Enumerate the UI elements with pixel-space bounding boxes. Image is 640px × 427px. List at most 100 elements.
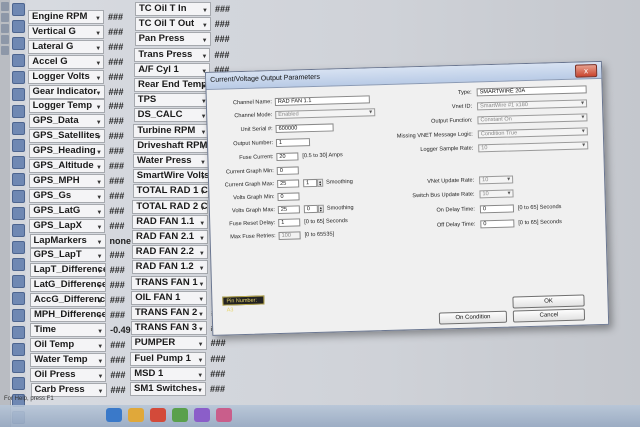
channel-cell[interactable]: RAD FAN 1.2 ▼ xyxy=(131,260,208,275)
vnet-update-rate-select[interactable]: 10 ▼ xyxy=(479,175,514,185)
channel-cell[interactable]: GPS_Gs ▼ xyxy=(29,188,106,203)
channel-cell[interactable]: GPS_Altitude ▼ xyxy=(29,159,105,173)
app-icon[interactable] xyxy=(194,408,210,422)
channel-cell[interactable]: OIL FAN 1 ▼ xyxy=(131,290,208,305)
current-smoothing-input[interactable]: 1 xyxy=(303,178,318,188)
channel-cell[interactable]: Oil Temp ▼ xyxy=(30,337,107,352)
channel-cell[interactable]: GPS_LatG ▼ xyxy=(29,203,106,218)
channel-cell[interactable]: TC Oil T Out ▼ xyxy=(134,17,211,32)
chevron-down-icon[interactable]: ▼ xyxy=(97,237,103,247)
chevron-down-icon[interactable]: ▼ xyxy=(97,341,103,351)
chevron-down-icon[interactable]: ▼ xyxy=(96,102,102,112)
chevron-down-icon[interactable]: ▼ xyxy=(96,162,102,172)
toolbar-button-icon[interactable] xyxy=(1,24,9,33)
channel-cell[interactable]: Water Press ▼ xyxy=(133,154,209,168)
channel-cell[interactable]: GPS_Data ▼ xyxy=(28,114,105,129)
fuse-reset-delay-input[interactable]: 1 xyxy=(278,218,301,228)
channel-cell[interactable]: Water Temp ▼ xyxy=(30,352,107,367)
channel-cell[interactable]: SM1 Switches ▼ xyxy=(130,382,206,396)
toolbar-button-icon[interactable] xyxy=(1,2,9,11)
output-number-input[interactable]: 1 xyxy=(275,138,311,148)
chevron-down-icon[interactable]: ▼ xyxy=(96,177,102,187)
channel-cell[interactable]: AccG_Difference ▼ xyxy=(29,293,106,308)
channel-cell[interactable]: MSD 1 ▼ xyxy=(130,366,207,381)
unit-serial-input[interactable]: 600000 xyxy=(275,123,334,134)
close-button[interactable]: x xyxy=(574,64,598,78)
output-function-select[interactable]: Constant On ▼ xyxy=(477,113,588,125)
chevron-down-icon[interactable]: ▼ xyxy=(97,251,103,261)
chevron-down-icon[interactable]: ▼ xyxy=(198,339,204,349)
channel-cell[interactable]: GPS_Satellites ▼ xyxy=(28,129,105,144)
channel-cell[interactable]: GPS_LapX ▼ xyxy=(29,218,106,233)
chevron-down-icon[interactable]: ▼ xyxy=(97,311,103,321)
channel-cell[interactable]: Lateral G ▼ xyxy=(28,39,105,54)
on-condition-button[interactable]: On Condition xyxy=(438,310,508,325)
channel-cell[interactable]: TRANS FAN 1 ▼ xyxy=(131,275,208,290)
channel-cell[interactable]: Pan Press ▼ xyxy=(134,32,211,47)
channel-cell[interactable]: TOTAL RAD 1 CUR▼ xyxy=(132,184,209,199)
missing-vnet-logic-select[interactable]: Condition True ▼ xyxy=(477,127,588,139)
folder-icon[interactable] xyxy=(128,408,144,422)
volts-graph-max-input[interactable]: 25 xyxy=(277,205,300,215)
volts-smoothing-spinner-icon[interactable]: ▴ ▾ xyxy=(317,204,324,213)
channel-cell[interactable]: GPS_Heading ▼ xyxy=(28,144,105,159)
chevron-down-icon[interactable]: ▼ xyxy=(202,20,208,30)
chevron-down-icon[interactable]: ▼ xyxy=(197,355,203,365)
chevron-down-icon[interactable]: ▼ xyxy=(97,281,103,291)
channel-cell[interactable]: RAD FAN 2.1 ▼ xyxy=(132,230,208,244)
toolbar-button-icon[interactable] xyxy=(1,35,9,44)
channel-cell[interactable]: Oil Press ▼ xyxy=(30,367,107,382)
chevron-down-icon[interactable]: ▼ xyxy=(97,371,103,381)
channel-cell[interactable]: SmartWire Volts ▼ xyxy=(132,169,209,184)
chevron-down-icon[interactable]: ▼ xyxy=(201,51,207,61)
channel-cell[interactable]: TRANS FAN 3 ▼ xyxy=(130,321,207,336)
chevron-down-icon[interactable]: ▼ xyxy=(198,294,204,304)
chevron-down-icon[interactable]: ▼ xyxy=(95,43,101,53)
volts-smoothing-input[interactable]: 0 xyxy=(303,204,318,214)
channel-cell[interactable]: Rear End Temp ▼ xyxy=(134,78,210,92)
max-fuse-retries-input[interactable]: 100 xyxy=(278,231,301,241)
channel-cell[interactable]: Turbine RPM ▼ xyxy=(133,123,210,138)
chevron-down-icon[interactable]: ▼ xyxy=(97,356,103,366)
fuse-current-input[interactable]: 20 xyxy=(276,152,299,162)
channel-mode-select[interactable]: Enabled ▼ xyxy=(275,108,376,120)
channel-cell[interactable]: Carb Press ▼ xyxy=(30,382,107,397)
chevron-down-icon[interactable]: ▼ xyxy=(197,370,203,380)
channel-cell[interactable]: Trans Press ▼ xyxy=(134,47,211,62)
channel-cell[interactable]: Vertical G ▼ xyxy=(28,24,105,39)
app-icon[interactable] xyxy=(216,408,232,422)
chevron-down-icon[interactable]: ▼ xyxy=(198,324,204,334)
chevron-down-icon[interactable]: ▼ xyxy=(198,279,204,289)
chevron-down-icon[interactable]: ▼ xyxy=(96,117,102,127)
logger-sample-rate-select[interactable]: 10 ▼ xyxy=(478,141,589,153)
channel-cell[interactable]: RAD FAN 1.1 ▼ xyxy=(132,214,209,229)
chevron-down-icon[interactable]: ▼ xyxy=(200,127,206,137)
chevron-down-icon[interactable]: ▼ xyxy=(199,263,205,273)
chevron-down-icon[interactable]: ▼ xyxy=(96,88,102,98)
chevron-down-icon[interactable]: ▼ xyxy=(96,147,102,157)
chevron-down-icon[interactable]: ▼ xyxy=(199,233,205,243)
chevron-down-icon[interactable]: ▼ xyxy=(95,73,101,83)
chevron-down-icon[interactable]: ▼ xyxy=(200,142,206,152)
channel-cell[interactable]: GPS_LapT ▼ xyxy=(29,248,106,263)
channel-cell[interactable]: TRANS FAN 2 ▼ xyxy=(131,306,207,320)
channel-name-input[interactable]: RAD FAN 1.1 xyxy=(274,95,370,107)
chevron-down-icon[interactable]: ▼ xyxy=(95,13,101,23)
chevron-down-icon[interactable]: ▼ xyxy=(197,385,203,395)
on-delay-time-input[interactable]: 0 xyxy=(479,204,515,214)
channel-cell[interactable]: DS_CALC ▼ xyxy=(133,108,210,123)
channel-cell[interactable]: Logger Temp ▼ xyxy=(28,99,105,114)
app-icon[interactable] xyxy=(172,408,188,422)
chevron-down-icon[interactable]: ▼ xyxy=(199,248,205,258)
chevron-down-icon[interactable]: ▼ xyxy=(96,192,102,202)
chevron-down-icon[interactable]: ▼ xyxy=(97,266,103,276)
explorer-icon[interactable] xyxy=(106,408,122,422)
chevron-down-icon[interactable]: ▼ xyxy=(199,203,205,213)
channel-cell[interactable]: Fuel Pump 1 ▼ xyxy=(130,351,207,366)
channel-cell[interactable]: PUMPER ▼ xyxy=(130,336,207,351)
vnet-id-select[interactable]: SmartWire #1 x180 ▼ xyxy=(476,99,588,111)
cancel-button[interactable]: Cancel xyxy=(512,308,586,323)
current-smoothing-spinner-icon[interactable]: ▴ ▾ xyxy=(317,178,324,187)
chevron-down-icon[interactable]: ▼ xyxy=(200,187,206,197)
chevron-down-icon[interactable]: ▼ xyxy=(96,132,102,142)
